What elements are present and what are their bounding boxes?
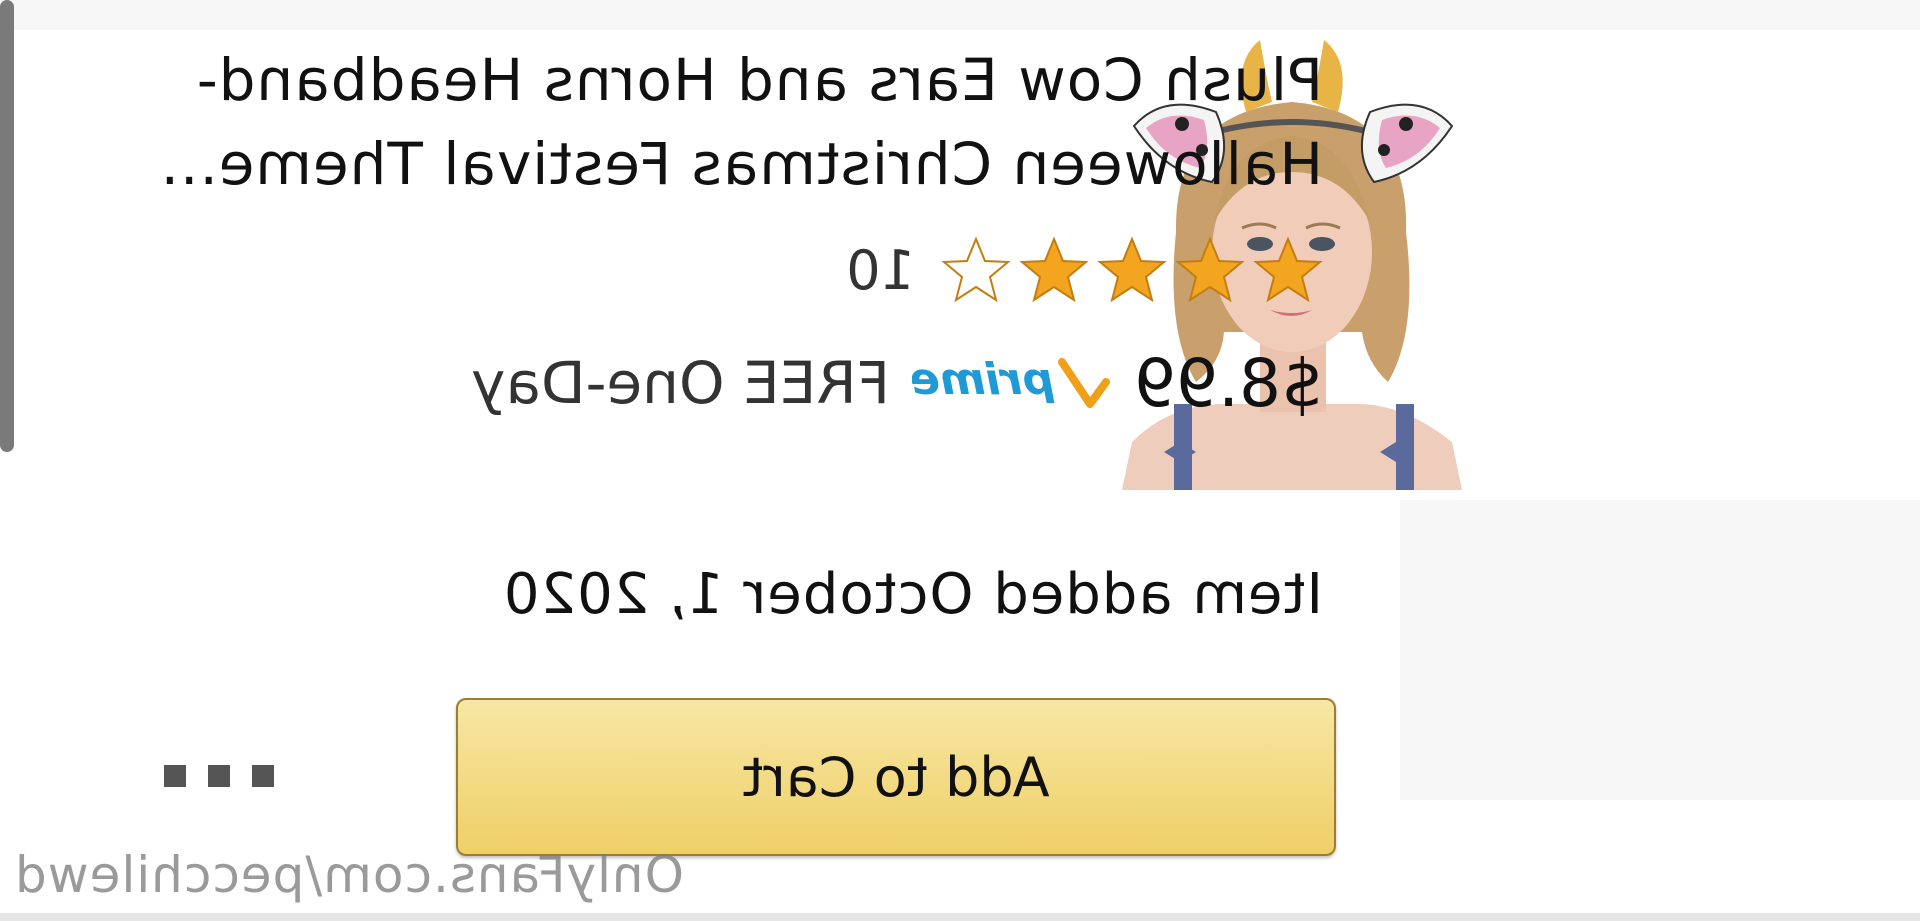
star-icon [1175,236,1245,303]
star-rating [933,235,1323,305]
more-dot [252,765,274,787]
add-to-cart-button[interactable]: Add to Cart [456,698,1336,856]
more-dot [208,765,230,787]
star-icon [941,236,1011,303]
price-row: $8.99 prime FREE One-Day [471,338,1323,428]
scrollbar-thumb[interactable] [0,0,14,452]
mirrored-content: Plush Cow Ears and Horns Headband-Hallow… [0,0,1920,921]
prime-badge-icon: prime [912,354,1111,408]
star-icon [1019,236,1089,303]
rating-count[interactable]: 10 [846,239,915,302]
background-band [0,0,1920,30]
more-dot [164,765,186,787]
product-rating[interactable]: 10 [846,230,1323,310]
more-options-icon[interactable] [164,762,274,790]
watermark: OnlyFans.com/pecchilewd [14,846,684,904]
star-icon [1097,236,1167,303]
background-band [1400,500,1920,800]
star-icon [1253,236,1323,303]
delivery-info: FREE One-Day [471,349,891,417]
prime-badge-text: prime [912,354,1055,405]
price: $8.99 [1134,344,1323,422]
wishlist-screen: Plush Cow Ears and Horns Headband-Hallow… [0,0,1920,921]
bottom-edge [0,913,1920,921]
item-added-date: Item added October 1, 2020 [502,562,1323,627]
product-title[interactable]: Plush Cow Ears and Horns Headband-Hallow… [83,38,1323,206]
prime-check-icon [1058,358,1111,408]
